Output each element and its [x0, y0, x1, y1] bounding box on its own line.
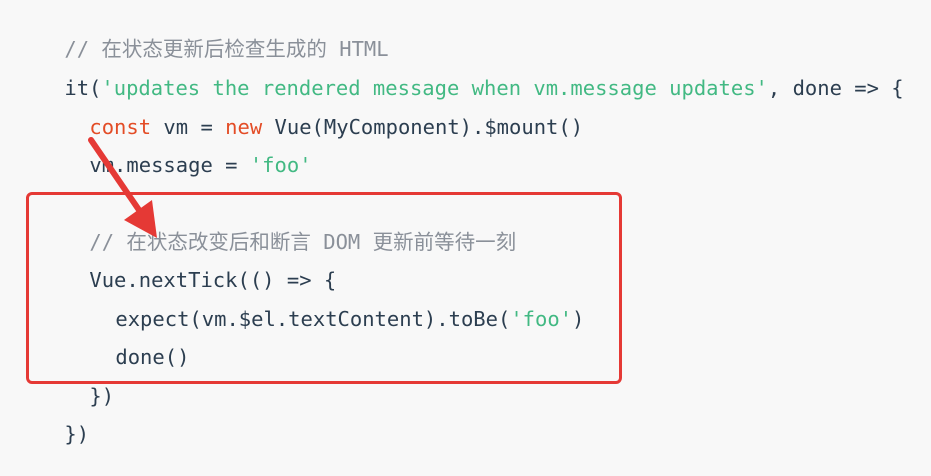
- highlight-box: [26, 192, 622, 384]
- code-line-comment-top: // 在状态更新后检查生成的 HTML: [15, 7, 388, 61]
- it-tail: , done => {: [767, 76, 904, 100]
- assign-head: vm.message =: [89, 153, 250, 177]
- code-line-it: it('updates the rendered message when vm…: [15, 46, 903, 100]
- outer-close: }): [64, 422, 90, 446]
- code-line-assign: vm.message = 'foo': [40, 123, 311, 177]
- code-line-const: const vm = new Vue(MyComponent).$mount(): [40, 85, 583, 139]
- inner-close: }): [89, 384, 115, 408]
- code-line-outer-close: }): [15, 392, 89, 446]
- assign-value-string: 'foo': [249, 153, 312, 177]
